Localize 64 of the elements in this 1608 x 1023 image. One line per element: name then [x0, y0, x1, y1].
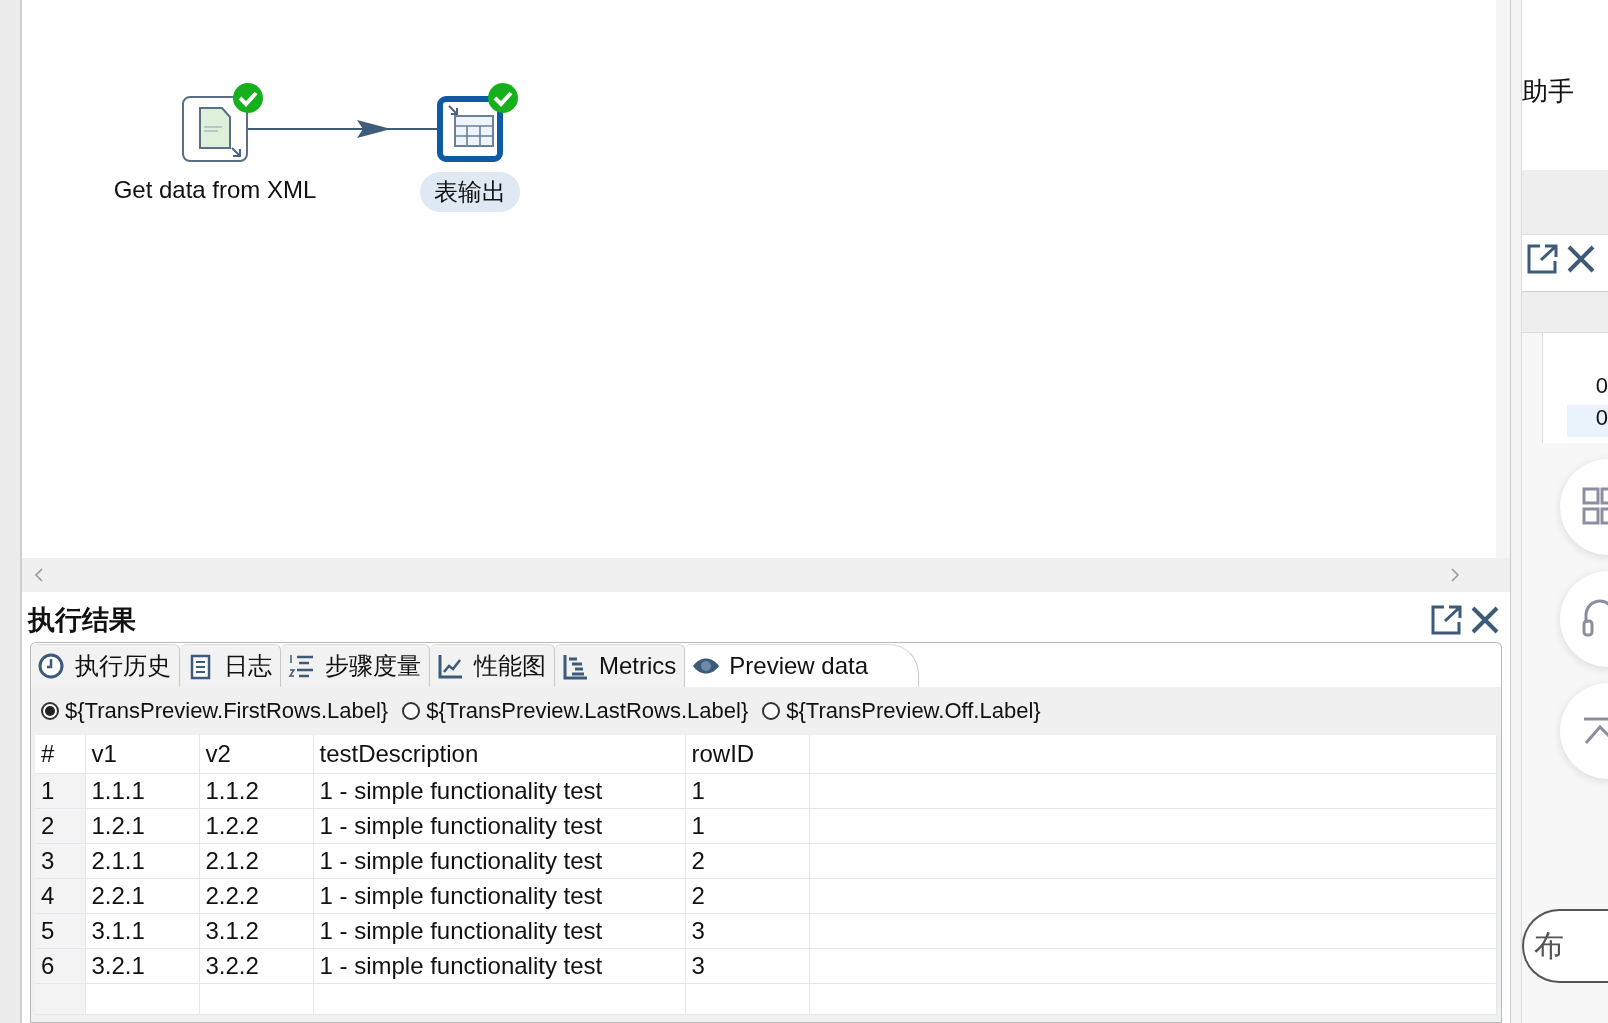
table-cell: 2	[685, 878, 809, 914]
table-cell: 1 - simple functionality test	[313, 878, 685, 914]
step-label: Get data from XML	[112, 175, 318, 205]
close-icon[interactable]	[1566, 243, 1596, 275]
tab[interactable]: 步骤度量	[281, 644, 430, 687]
column-header[interactable]: v1	[85, 735, 199, 774]
radio-button[interactable]	[762, 702, 781, 720]
table-cell: 1.2.2	[199, 808, 313, 844]
radio-option[interactable]: ${TransPreview.Off.Label}	[762, 698, 1041, 724]
table-cell-text: 0	[1594, 373, 1608, 400]
step-node[interactable]	[182, 96, 248, 162]
document-icon	[199, 107, 241, 157]
pop-out-icon[interactable]	[1430, 604, 1464, 636]
row-number: 4	[35, 878, 85, 914]
table-cell: 1	[685, 773, 809, 809]
table-cell: 3.1.1	[85, 913, 199, 949]
table-cell: 1.2.1	[85, 808, 199, 844]
table-cell: 1	[685, 808, 809, 844]
table-cell: 1 - simple functionality test	[313, 808, 685, 844]
column-header[interactable]: #	[35, 735, 85, 774]
table-cell: 1 - simple functionality test	[313, 913, 685, 949]
table-cell: 2	[685, 843, 809, 879]
column-header[interactable]: rowID	[685, 735, 809, 774]
table-cell: 1 - simple functionality test	[313, 773, 685, 809]
panel-title: 助手	[1522, 74, 1574, 108]
tab[interactable]: Preview data	[685, 644, 920, 687]
pop-out-icon[interactable]	[1526, 243, 1560, 275]
radio-option[interactable]: ${TransPreview.LastRows.Label}	[402, 698, 749, 724]
publish-button[interactable]: 布	[1522, 909, 1608, 983]
column-header[interactable]: testDescription	[313, 735, 685, 774]
table-cell: 3.1.2	[199, 913, 313, 949]
table-cell: 2.1.2	[199, 843, 313, 879]
table-cell: 1 - simple functionality test	[313, 948, 685, 984]
table-cell: 2.1.1	[85, 843, 199, 879]
up-caret-icon	[1582, 715, 1608, 747]
table-cell: 3	[685, 948, 809, 984]
table-icon	[448, 105, 494, 147]
table-cell: 2.2.2	[199, 878, 313, 914]
tab[interactable]: 执行历史	[31, 644, 180, 687]
table-cell: 1.1.1	[85, 773, 199, 809]
table-cell: 0	[1567, 405, 1608, 437]
row-number: 3	[35, 843, 85, 879]
tab[interactable]: 日志	[180, 644, 281, 687]
radio-button[interactable]	[41, 702, 59, 720]
tab[interactable]: Metrics	[555, 644, 686, 687]
table-cell: 2.2.1	[85, 878, 199, 914]
table-cell: 3	[685, 913, 809, 949]
radio-button[interactable]	[402, 702, 421, 720]
column-header[interactable]: v2	[199, 735, 313, 774]
table-cell: 1.1.2	[199, 773, 313, 809]
row-number: 2	[35, 808, 85, 844]
row-number: 1	[35, 773, 85, 809]
close-icon[interactable]	[1470, 604, 1500, 636]
step-label: 表输出	[420, 172, 520, 212]
row-number: 6	[35, 948, 85, 984]
table-cell: 3.2.2	[199, 948, 313, 984]
step-node[interactable]	[437, 96, 503, 162]
row-number: 5	[35, 913, 85, 949]
grid-icon	[1582, 487, 1608, 527]
panel-title: 执行结果	[28, 604, 136, 637]
tab[interactable]: 性能图	[430, 644, 555, 687]
radio-option[interactable]: ${TransPreview.FirstRows.Label}	[41, 698, 389, 724]
table-cell: 1 - simple functionality test	[313, 843, 685, 879]
table-cell: 3.2.1	[85, 948, 199, 984]
